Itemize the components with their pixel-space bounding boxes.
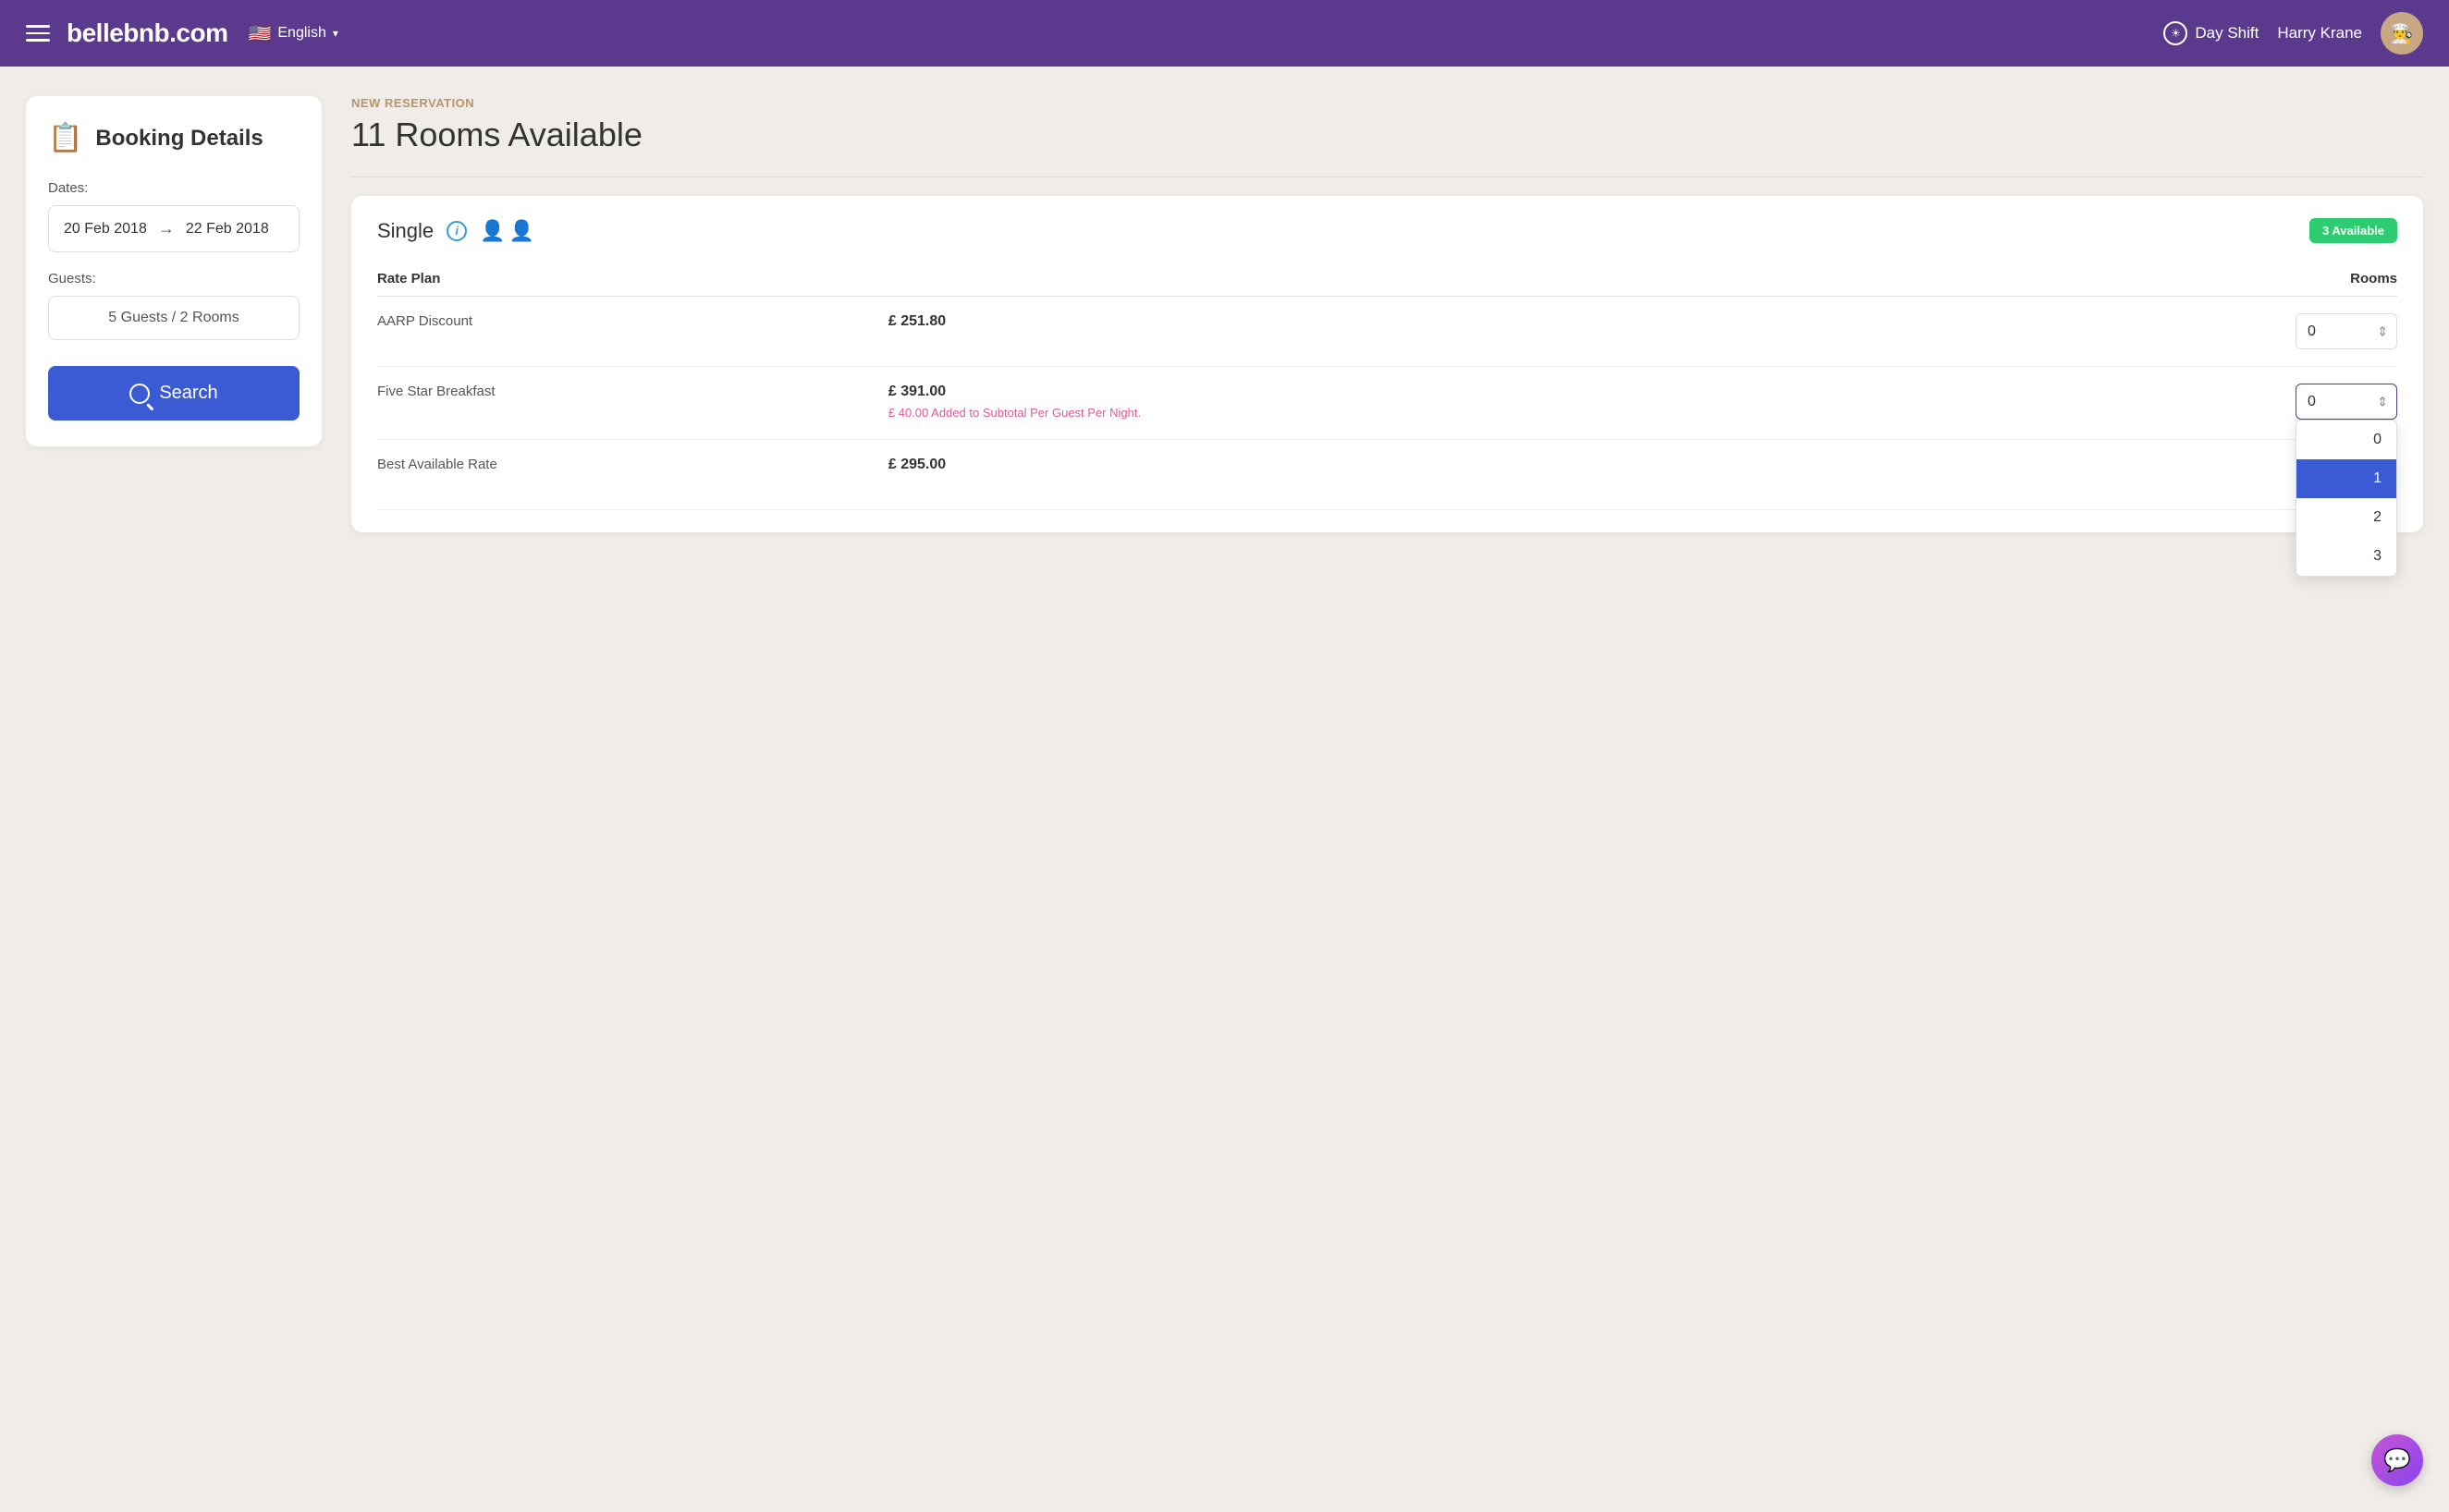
room-card: Single i 👤 👤 3 Available Rate Plan Rooms: [351, 196, 2423, 532]
booking-title: Booking Details: [95, 126, 263, 152]
room-type-name: Single: [377, 219, 434, 243]
guest-icon-1: 👤: [480, 219, 505, 243]
search-button-label: Search: [159, 383, 217, 404]
sun-icon: ☀: [2163, 21, 2187, 45]
date-start: 20 Feb 2018: [64, 221, 147, 238]
header-right: ☀ Day Shift Harry Krane 👨‍🍳: [2163, 12, 2423, 55]
guests-field[interactable]: 5 Guests / 2 Rooms: [48, 296, 300, 340]
rate-table: Rate Plan Rooms AARP Discount £ 251.80: [377, 262, 2397, 510]
chevron-down-icon: ▾: [333, 27, 338, 40]
booking-header: 📋 Booking Details: [48, 122, 300, 154]
rooms-select-cell: 0 1 2 3 ⇕ 0 1 2: [1964, 367, 2397, 440]
dropdown-option-3[interactable]: 3: [2296, 537, 2396, 576]
table-row: Best Available Rate £ 295.00 0 1 2: [377, 439, 2397, 509]
rooms-select-cell: 0 1 2 3 ⇕: [1964, 297, 2397, 367]
dropdown-option-0[interactable]: 0: [2296, 421, 2396, 459]
date-arrow-icon: →: [158, 219, 175, 238]
rooms-available-title: 11 Rooms Available: [351, 116, 2423, 154]
rooms-select-fivestar[interactable]: 0 1 2 3: [2296, 384, 2397, 420]
available-badge: 3 Available: [2309, 218, 2397, 243]
booking-panel: 📋 Booking Details Dates: 20 Feb 2018 → 2…: [26, 96, 322, 446]
chat-icon: 💬: [2383, 1447, 2411, 1474]
logo: bellebnb.com: [67, 18, 227, 48]
rate-plan-name: Best Available Rate: [377, 439, 888, 509]
flag-icon: 🇺🇸: [248, 22, 271, 45]
dates-label: Dates:: [48, 180, 300, 196]
rate-plan-name: AARP Discount: [377, 297, 888, 367]
guests-label: Guests:: [48, 271, 300, 287]
rate-price-cell: £ 251.80: [888, 297, 1965, 367]
day-shift: ☀ Day Shift: [2163, 21, 2259, 45]
section-label: NEW RESERVATION: [351, 96, 2423, 110]
table-row: Five Star Breakfast £ 391.00 £ 40.00 Add…: [377, 367, 2397, 440]
header: bellebnb.com 🇺🇸 English ▾ ☀ Day Shift Ha…: [0, 0, 2449, 67]
rooms-col-header: Rooms: [1964, 262, 2397, 297]
main-container: 📋 Booking Details Dates: 20 Feb 2018 → 2…: [0, 67, 2449, 562]
rooms-dropdown: 0 1 2 3: [2296, 420, 2397, 577]
info-icon[interactable]: i: [447, 221, 467, 241]
language-selector[interactable]: 🇺🇸 English ▾: [248, 22, 337, 45]
language-label: English: [277, 25, 325, 42]
rate-price-cell: £ 391.00 £ 40.00 Added to Subtotal Per G…: [888, 367, 1965, 440]
menu-icon[interactable]: [26, 25, 50, 42]
rooms-select-aarp[interactable]: 0 1 2 3: [2296, 313, 2397, 349]
room-card-header: Single i 👤 👤 3 Available: [377, 218, 2397, 243]
right-panel: NEW RESERVATION 11 Rooms Available Singl…: [351, 96, 2423, 532]
rate-plan-col-header: Rate Plan: [377, 262, 888, 297]
avatar[interactable]: 👨‍🍳: [2381, 12, 2423, 55]
dropdown-option-1[interactable]: 1: [2296, 459, 2396, 498]
rooms-spinner-aarp: 0 1 2 3 ⇕: [2296, 313, 2397, 349]
guest-icon-2: 👤: [509, 219, 534, 243]
shift-label: Day Shift: [2195, 24, 2259, 43]
dropdown-option-2[interactable]: 2: [2296, 498, 2396, 537]
guests-value: 5 Guests / 2 Rooms: [108, 310, 239, 325]
date-end: 22 Feb 2018: [186, 221, 269, 238]
chat-button[interactable]: 💬: [2371, 1434, 2423, 1486]
rooms-spinner-fivestar: 0 1 2 3 ⇕ 0 1 2: [2296, 384, 2397, 420]
user-name: Harry Krane: [2277, 24, 2362, 43]
rate-plan-name: Five Star Breakfast: [377, 367, 888, 440]
rate-price-cell: £ 295.00: [888, 439, 1965, 509]
search-button[interactable]: Search: [48, 366, 300, 421]
booking-icon: 📋: [48, 122, 82, 154]
search-icon: [129, 384, 150, 404]
guest-icons: 👤 👤: [480, 219, 534, 243]
date-range-field[interactable]: 20 Feb 2018 → 22 Feb 2018: [48, 205, 300, 252]
table-row: AARP Discount £ 251.80 0 1 2 3: [377, 297, 2397, 367]
